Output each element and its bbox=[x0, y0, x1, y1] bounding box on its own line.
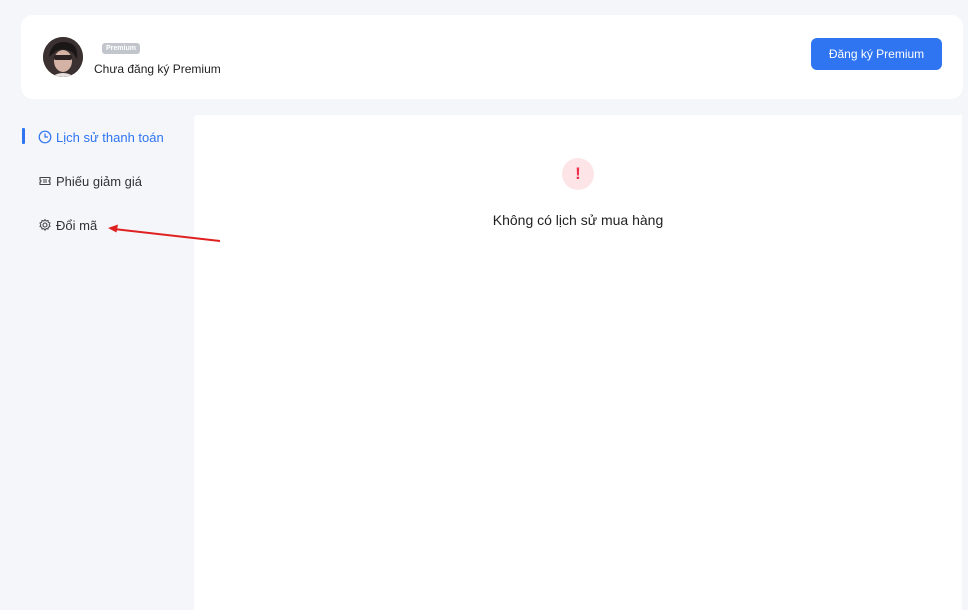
empty-state-message: Không có lịch sử mua hàng bbox=[492, 212, 664, 228]
clock-icon bbox=[38, 130, 52, 144]
sidebar-item-redeem-code[interactable]: Đổi mã bbox=[38, 215, 97, 235]
sidebar-item-label: Phiếu giảm giá bbox=[56, 173, 142, 189]
avatar[interactable] bbox=[43, 37, 83, 77]
subscription-status: Chưa đăng ký Premium bbox=[94, 62, 221, 76]
gear-icon bbox=[38, 218, 52, 232]
sidebar-item-label: Đổi mã bbox=[56, 217, 98, 233]
subscribe-premium-button[interactable]: Đăng ký Premium bbox=[811, 38, 942, 70]
exclamation-icon: ! bbox=[562, 158, 594, 190]
sidebar-item-payment-history[interactable]: Lịch sử thanh toán bbox=[38, 127, 164, 147]
annotation-arrow bbox=[108, 224, 221, 242]
sidebar-item-label: Lịch sử thanh toán bbox=[56, 129, 164, 145]
premium-badge: Premium bbox=[102, 43, 140, 54]
ticket-icon bbox=[38, 174, 52, 188]
main-content: ! Không có lịch sử mua hàng bbox=[194, 115, 962, 610]
sidebar-item-coupons[interactable]: Phiếu giảm giá bbox=[38, 171, 142, 191]
active-indicator bbox=[22, 128, 25, 144]
sidebar: Lịch sử thanh toán Phiếu giảm giá Đổi mã bbox=[0, 115, 194, 610]
account-header: Premium Chưa đăng ký Premium Đăng ký Pre… bbox=[21, 15, 963, 99]
